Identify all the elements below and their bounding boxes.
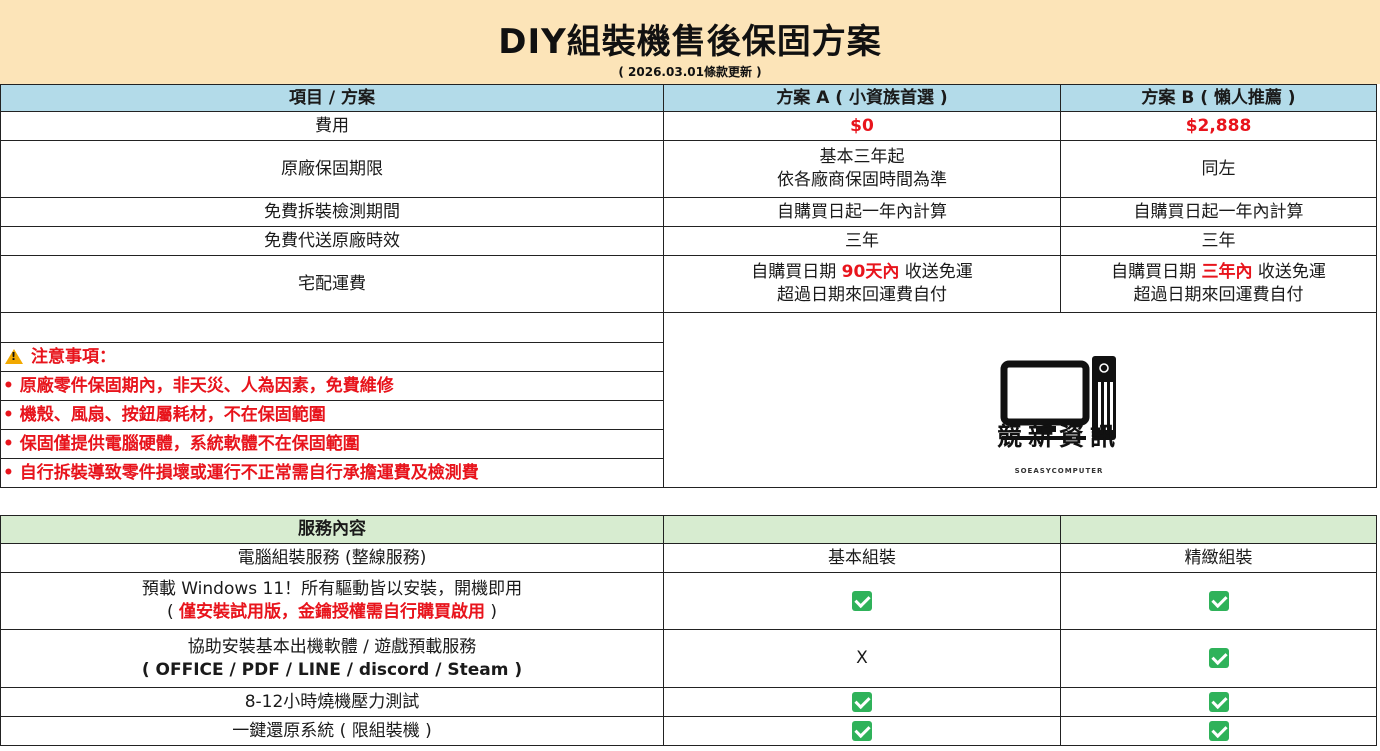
table-row: 8-12小時燒機壓力測試 — [0, 687, 1377, 717]
table-row: 原廠保固期限 基本三年起 依各廠商保固時間為準 同左 — [0, 140, 1377, 198]
checkmark-icon — [852, 691, 872, 712]
service-label: 一鍵還原系統 ( 限組裝機 ) — [0, 716, 664, 746]
plan-b-price: $2,888 — [1060, 111, 1377, 141]
plan-a-restore — [663, 716, 1061, 746]
plan-b-shipping: 自購買日期 三年內 收送免運 超過日期來回運費自付 — [1060, 255, 1377, 313]
windows-line1: 預載 Windows 11！所有驅動皆以安裝，開機即用 — [141, 579, 523, 599]
plan-b-software — [1060, 629, 1377, 688]
service-label: 預載 Windows 11！所有驅動皆以安裝，開機即用 ( 僅安裝試用版，金鑰授… — [0, 572, 664, 630]
paren-text: ) — [485, 602, 498, 622]
logo-cell: 競新資訊 SOEASYCOMPUTER — [663, 312, 1377, 488]
plan-a-windows — [663, 572, 1061, 630]
plan-a-burnin — [663, 687, 1061, 717]
computer-logo-icon — [1000, 356, 1116, 440]
software-line1: 協助安裝基本出機軟體 / 遊戲預載服務 — [187, 636, 477, 657]
plan-b-restore — [1060, 716, 1377, 746]
col-header-item: 項目 / 方案 — [0, 84, 664, 112]
notes-title-text: 注意事項： — [31, 346, 116, 367]
notes-table: 競新資訊 SOEASYCOMPUTER 注意事項： • 原廠零件保固期內，非天災… — [0, 312, 1377, 488]
logo-tagline: SOEASYCOMPUTER — [1014, 467, 1104, 475]
plan-a-shipping: 自購買日期 90天內 收送免運 超過日期來回運費自付 — [663, 255, 1061, 313]
table-row: 免費代送原廠時效 三年 三年 — [0, 226, 1377, 256]
plan-b-assembly: 精緻組裝 — [1060, 543, 1377, 573]
notes-spacer — [0, 312, 664, 343]
checkmark-icon — [1208, 648, 1229, 668]
checkmark-icon — [852, 590, 872, 611]
table-row: 電腦組裝服務 (整線服務) 基本組裝 精緻組裝 — [0, 543, 1377, 573]
note-item: • 自行拆裝導致零件損壞或運行不正常需自行承擔運費及檢測費 — [0, 458, 664, 488]
checkmark-icon — [852, 720, 872, 741]
row-label: 免費拆裝檢測期間 — [0, 197, 664, 227]
plan-b-inspection: 自購買日起一年內計算 — [1060, 197, 1377, 227]
service-header: 服務內容 — [0, 515, 664, 544]
plan-a-shipping-line1: 自購買日期 90天內 收送免運 — [665, 261, 1060, 284]
service-table: 服務內容 電腦組裝服務 (整線服務) 基本組裝 精緻組裝 預載 Windows … — [0, 515, 1377, 746]
service-header-plan-a — [663, 515, 1061, 544]
windows-license-note: 僅安裝試用版，金鑰授權需自行購買啟用 — [179, 602, 485, 622]
page-title: DIY組裝機售後保固方案 — [498, 22, 882, 62]
software-line2: ( OFFICE / PDF / LINE / discord / Steam … — [141, 659, 523, 680]
plan-b-shipping-line1: 自購買日期 三年內 收送免運 — [1062, 261, 1376, 284]
plan-b-windows — [1060, 572, 1377, 630]
plan-a-warranty: 基本三年起 依各廠商保固時間為準 — [663, 140, 1061, 198]
plan-a-inspection: 自購買日起一年內計算 — [663, 197, 1061, 227]
plan-b-shipping-line2: 超過日期來回運費自付 — [1133, 285, 1304, 305]
col-header-plan-a: 方案 A ( 小資族首選 ) — [663, 84, 1061, 112]
plan-a-software: X — [663, 629, 1061, 688]
checkmark-icon — [1208, 720, 1229, 741]
note-item: • 原廠零件保固期內，非天災、人為因素，免費維修 — [0, 371, 664, 401]
service-header-plan-b — [1060, 515, 1377, 544]
service-label: 8-12小時燒機壓力測試 — [0, 687, 664, 717]
service-label: 協助安裝基本出機軟體 / 遊戲預載服務 ( OFFICE / PDF / LIN… — [0, 629, 664, 688]
logo-name: 競新資訊 — [996, 422, 1121, 451]
checkmark-icon — [1208, 590, 1229, 611]
col-header-plan-b: 方案 B ( 懶人推薦 ) — [1060, 84, 1377, 112]
plan-table: 項目 / 方案 方案 A ( 小資族首選 ) 方案 B ( 懶人推薦 ) 費用 … — [0, 84, 1377, 313]
notes-title: 注意事項： — [0, 342, 664, 372]
note-item: • 保固僅提供電腦硬體，系統軟體不在保固範圍 — [0, 429, 664, 459]
plan-a-courier: 三年 — [663, 226, 1061, 256]
row-label: 費用 — [0, 111, 664, 141]
table-row: 協助安裝基本出機軟體 / 遊戲預載服務 ( OFFICE / PDF / LIN… — [0, 629, 1377, 688]
table-row: 一鍵還原系統 ( 限組裝機 ) — [0, 716, 1377, 746]
service-label: 電腦組裝服務 (整線服務) — [0, 543, 664, 573]
plan-b-courier: 三年 — [1060, 226, 1377, 256]
checkmark-icon — [1208, 691, 1229, 712]
plan-b-burnin — [1060, 687, 1377, 717]
warning-icon — [5, 348, 23, 364]
plan-a-shipping-line2: 超過日期來回運費自付 — [777, 285, 947, 305]
paren-text: ( — [166, 602, 179, 622]
table-row: 預載 Windows 11！所有驅動皆以安裝，開機即用 ( 僅安裝試用版，金鑰授… — [0, 572, 1377, 630]
plan-a-price: $0 — [663, 111, 1061, 141]
shipping-text: 收送免運 — [899, 262, 973, 282]
plan-header-row: 項目 / 方案 方案 A ( 小資族首選 ) 方案 B ( 懶人推薦 ) — [0, 84, 1377, 112]
plan-a-shipping-highlight: 90天內 — [841, 262, 900, 282]
table-row: 費用 $0 $2,888 — [0, 111, 1377, 141]
plan-a-assembly: 基本組裝 — [663, 543, 1061, 573]
row-label: 原廠保固期限 — [0, 140, 664, 198]
plan-a-warranty-line2: 依各廠商保固時間為準 — [777, 170, 947, 190]
row-label: 宅配運費 — [0, 255, 664, 313]
windows-line2: ( 僅安裝試用版，金鑰授權需自行購買啟用 ) — [2, 601, 663, 624]
service-header-row: 服務內容 — [0, 515, 1377, 544]
plan-a-warranty-line1: 基本三年起 — [819, 147, 905, 167]
table-row: 免費拆裝檢測期間 自購買日起一年內計算 自購買日起一年內計算 — [0, 197, 1377, 227]
plan-b-shipping-highlight: 三年內 — [1201, 262, 1253, 282]
update-date: ( 2026.03.01條款更新 ) — [618, 65, 762, 79]
shipping-text: 自購買日期 — [1111, 262, 1202, 282]
row-label: 免費代送原廠時效 — [0, 226, 664, 256]
table-row: 宅配運費 自購買日期 90天內 收送免運 超過日期來回運費自付 自購買日期 三年… — [0, 255, 1377, 313]
shipping-text: 自購買日期 — [751, 262, 842, 282]
shipping-text: 收送免運 — [1252, 262, 1326, 282]
plan-b-warranty: 同左 — [1060, 140, 1377, 198]
note-item: • 機殼、風扇、按鈕屬耗材，不在保固範圍 — [0, 400, 664, 430]
